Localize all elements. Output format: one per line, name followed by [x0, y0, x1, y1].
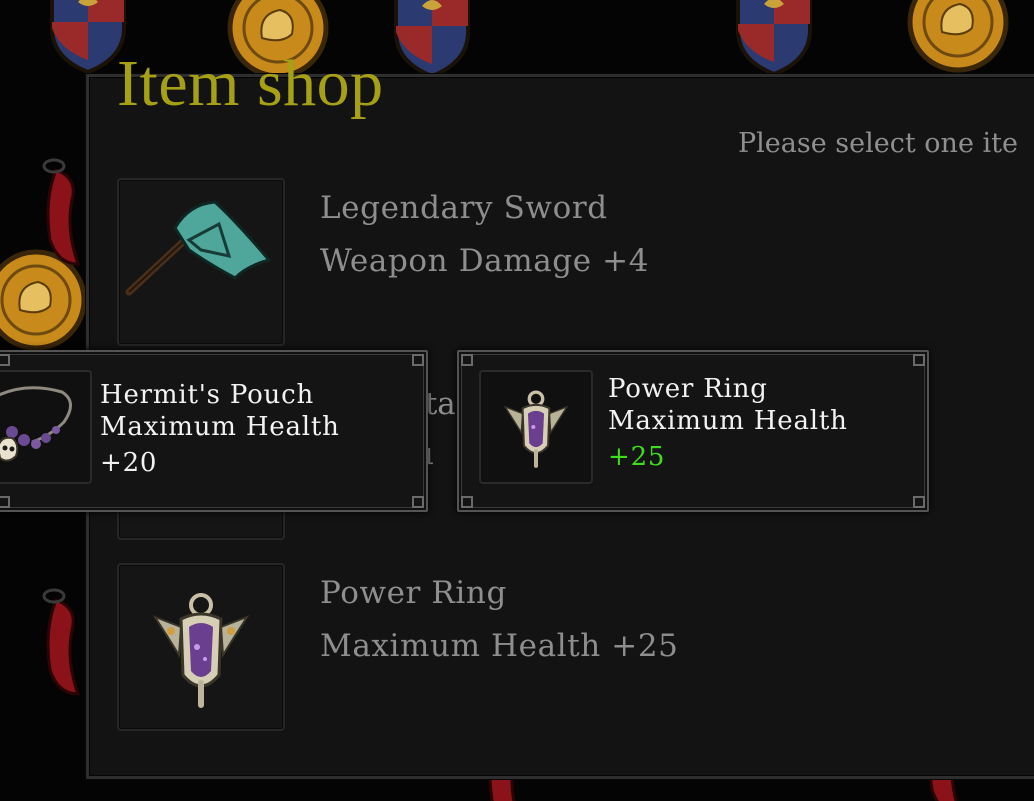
item-slot-power-ring[interactable] [117, 563, 285, 731]
tooltip-corner [0, 354, 10, 366]
tooltip-corner [0, 496, 10, 508]
tooltip-corner [913, 354, 925, 366]
tooltip-item-name: Power Ring [608, 374, 768, 404]
selection-hint: Please select one ite [738, 128, 1018, 159]
tooltip-corner [412, 354, 424, 366]
item-name: Legendary Sword [320, 190, 608, 226]
item-effect: Weapon Damage +4 [320, 243, 650, 279]
tooltip-corner [913, 496, 925, 508]
tooltip-item-name: Hermit's Pouch [100, 380, 315, 410]
item-slot-legendary-sword[interactable] [117, 178, 285, 346]
tooltip-icon-frame [479, 370, 593, 484]
tooltip-icon-frame [0, 370, 92, 484]
axe-icon [125, 200, 272, 296]
item-effect: Maximum Health +25 [320, 628, 679, 664]
item-tooltip-power-ring[interactable]: Power Ring Maximum Health +25 [457, 350, 929, 512]
tooltip-corner [412, 496, 424, 508]
item-name: Power Ring [320, 575, 507, 611]
tooltip-stat-value: +25 [608, 442, 666, 472]
tooltip-corner [461, 496, 473, 508]
amulet-icon [152, 593, 250, 708]
item-tooltip-hermits-pouch[interactable]: Hermit's Pouch Maximum Health +20 [0, 350, 428, 512]
tooltip-stat-label: Maximum Health [100, 412, 340, 442]
skull-necklace-icon [0, 386, 72, 462]
tooltip-corner [461, 354, 473, 366]
page-title: Item shop [117, 47, 384, 120]
amulet-icon [503, 390, 569, 468]
tooltip-stat-value: +20 [100, 448, 158, 478]
tooltip-stat-label: Maximum Health [608, 406, 848, 436]
